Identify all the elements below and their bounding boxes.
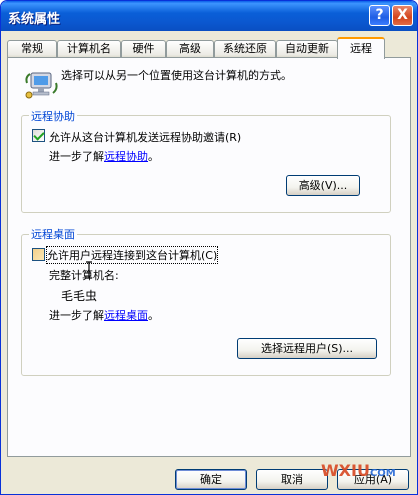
ok-button[interactable]: 确定 xyxy=(175,469,247,490)
learn-more-suffix: 。 xyxy=(148,309,159,322)
computer-name-label: 完整计算机名: xyxy=(49,269,119,282)
select-remote-users-button[interactable]: 选择远程用户(S)... xyxy=(237,338,377,359)
tab-advanced[interactable]: 高级 xyxy=(166,40,214,58)
window-title: 系统属性 xyxy=(8,12,61,27)
learn-more-prefix: 进一步了解 xyxy=(49,309,104,322)
tab-hardware[interactable]: 硬件 xyxy=(121,40,166,58)
remote-assistance-link[interactable]: 远程协助 xyxy=(104,150,148,163)
remote-desktop-link[interactable]: 远程桌面 xyxy=(104,309,148,322)
close-button[interactable]: X xyxy=(392,5,413,26)
help-button[interactable]: ? xyxy=(369,5,390,26)
remote-assistance-checkbox[interactable] xyxy=(32,129,45,142)
remote-assistance-learn-more: 进一步了解远程协助。 xyxy=(49,148,159,164)
remote-desktop-label[interactable]: 允许用户远程连接到这台计算机(C) xyxy=(45,246,219,264)
system-properties-window: 系统属性 ? X 常规 计算机名 硬件 高级 系统还原 自动更新 远程 选择可以… xyxy=(0,0,418,495)
tab-remote[interactable]: 远程 xyxy=(337,37,385,59)
intro-text: 选择可以从另一个位置使用这台计算机的方式。 xyxy=(61,69,292,82)
tab-system-restore[interactable]: 系统还原 xyxy=(214,40,276,58)
learn-more-suffix: 。 xyxy=(148,150,159,163)
cancel-button[interactable]: 取消 xyxy=(256,469,328,490)
remote-desktop-title: 远程桌面 xyxy=(29,226,77,242)
tab-computer-name[interactable]: 计算机名 xyxy=(57,40,121,58)
watermark-brand: WXIU xyxy=(321,461,370,480)
watermark-suffix: COM xyxy=(369,468,396,479)
remote-assistance-label[interactable]: 允许从这台计算机发送远程协助邀请(R) xyxy=(49,129,241,145)
advanced-button[interactable]: 高级(V)... xyxy=(286,175,360,196)
remote-computer-icon xyxy=(25,72,58,99)
remote-assistance-title: 远程协助 xyxy=(29,108,77,124)
tab-general[interactable]: 常规 xyxy=(7,40,57,58)
learn-more-prefix: 进一步了解 xyxy=(49,150,104,163)
computer-name-value: 毛毛虫 xyxy=(61,289,98,303)
tab-automatic-updates[interactable]: 自动更新 xyxy=(276,40,338,58)
remote-desktop-checkbox[interactable] xyxy=(32,248,45,261)
watermark-logo: WXIUCOM xyxy=(321,461,396,480)
tab-strip: 常规 计算机名 硬件 高级 系统还原 自动更新 远程 xyxy=(7,37,411,59)
remote-desktop-learn-more: 进一步了解远程桌面。 xyxy=(49,307,159,323)
title-bar[interactable]: 系统属性 ? X xyxy=(1,1,417,31)
